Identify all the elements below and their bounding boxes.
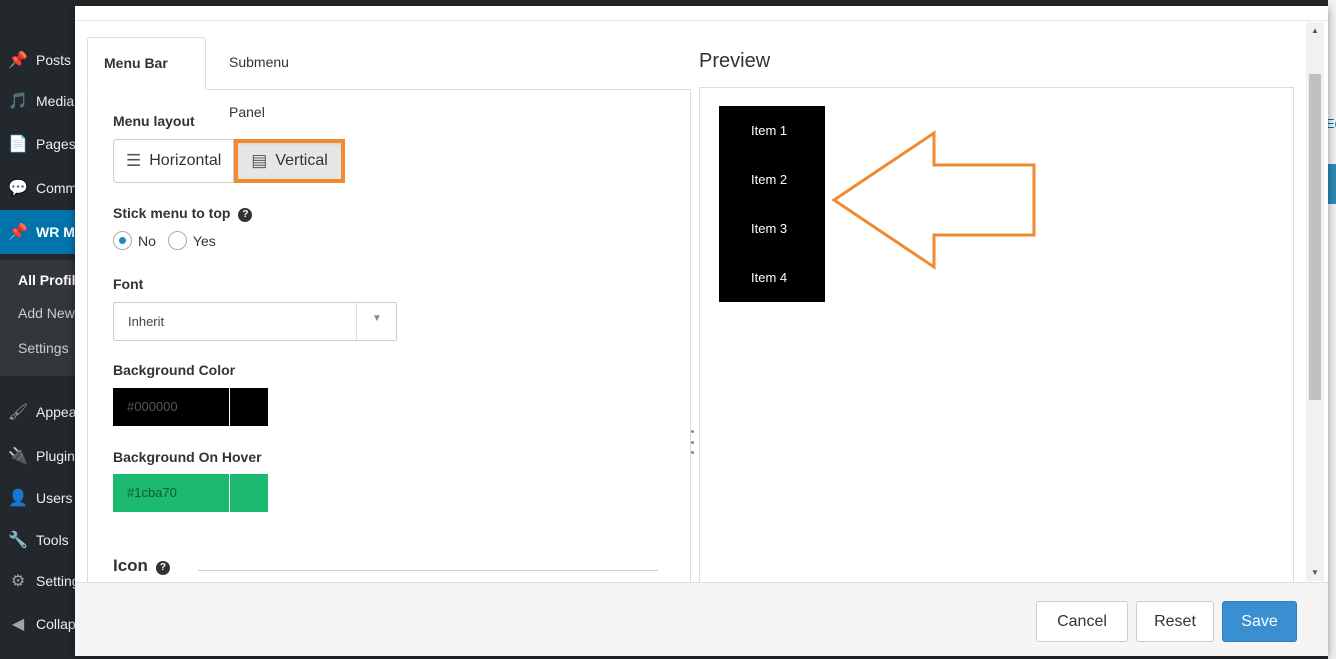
reset-button[interactable]: Reset [1136,601,1214,642]
cancel-button[interactable]: Cancel [1036,601,1128,642]
scroll-up-icon[interactable]: ▲ [1311,26,1319,35]
preview-menu-item[interactable]: Item 1 [751,123,787,138]
horizontal-layout-icon: ☰ [126,151,142,170]
wp-menu-label: Media [36,93,75,109]
font-select[interactable]: Inherit ▼ [113,302,397,341]
page-background-right [1328,0,1336,659]
help-icon[interactable]: ? [155,561,170,575]
wp-submenu-add-new[interactable]: Add New [18,305,75,321]
wp-menu-label: Tools [36,532,69,548]
section-divider [198,570,658,571]
vertical-layout-icon: ▤ [251,151,268,170]
menu-settings-modal: Menu Bar Submenu Panel Menu layout ☰ Hor… [75,6,1328,656]
modal-footer: Cancel Reset Save [75,582,1328,656]
modal-scrollbar[interactable]: ▲ ▼ [1306,22,1324,581]
stick-menu-radio-group: No Yes [113,231,228,250]
preview-menu-item[interactable]: Item 2 [751,172,787,187]
scrollbar-thumb[interactable] [1309,74,1321,400]
menu-layout-label: Menu layout [113,113,195,129]
stick-yes-radio[interactable] [167,231,187,250]
background-hover-input[interactable]: #1cba70 [113,474,229,512]
stick-yes-label: Yes [192,232,216,249]
pin-icon: 📌 [8,52,28,69]
stick-no-label: No [138,232,156,249]
comments-icon: 💬 [8,180,28,197]
modal-header-strip [75,6,1328,21]
tab-menu-bar[interactable]: Menu Bar [87,37,206,90]
background-color-field[interactable]: #000000 [113,388,268,426]
stick-no-radio[interactable] [113,231,132,250]
font-label: Font [113,276,144,292]
tools-icon: 🔧 [8,532,28,549]
background-color-swatch[interactable] [229,388,268,426]
panel-resize-handle[interactable] [689,430,695,454]
media-icon: 🎵 [8,93,28,110]
preview-menu-item[interactable]: Item 3 [751,221,787,236]
menu-layout-toggle: ☰ Horizontal ▤ Vertical [113,139,345,183]
tab-submenu-panel[interactable]: Submenu Panel [213,37,305,120]
plugins-icon: 🔌 [8,448,28,465]
chevron-down-icon: ▼ [372,313,382,324]
callout-arrow-icon [831,130,1036,270]
pages-icon: 📄 [8,136,28,153]
background-hover-label: Background On Hover [113,449,262,465]
vertical-layout-button[interactable]: ▤ Vertical [234,139,345,183]
select-divider [356,303,357,340]
stick-menu-label-text: Stick menu to top [113,205,231,221]
horizontal-layout-label: Horizontal [149,152,222,169]
users-icon: 👤 [8,490,28,507]
collapse-icon: ◀ [11,616,25,633]
icon-section-label: Icon [113,556,148,575]
wp-menu-label: Pages [36,136,76,152]
help-icon[interactable]: ? [238,208,253,222]
background-hover-field[interactable]: #1cba70 [113,474,268,512]
font-select-value: Inherit [128,314,165,329]
save-button[interactable]: Save [1222,601,1297,642]
background-hover-swatch[interactable] [229,474,268,512]
preview-menu-item[interactable]: Item 4 [751,270,787,285]
wp-submenu-settings[interactable]: Settings [18,340,69,356]
background-color-label: Background Color [113,362,236,378]
settings-icon: ⚙ [10,573,26,590]
pin-icon: 📌 [8,224,28,241]
stick-menu-label: Stick menu to top? [113,205,253,222]
scroll-down-icon[interactable]: ▼ [1311,568,1319,577]
vertical-layout-label: Vertical [275,152,328,169]
wp-menu-label: Users [36,490,73,506]
appearance-icon: 🖌 [7,404,29,421]
preview-vertical-menu: Item 1 Item 2 Item 3 Item 4 [719,106,825,302]
horizontal-layout-button[interactable]: ☰ Horizontal [113,139,235,183]
wp-menu-label: Posts [36,52,72,68]
background-color-input[interactable]: #000000 [113,388,229,426]
icon-section-title: Icon? [113,556,170,576]
preview-title: Preview [699,50,771,72]
